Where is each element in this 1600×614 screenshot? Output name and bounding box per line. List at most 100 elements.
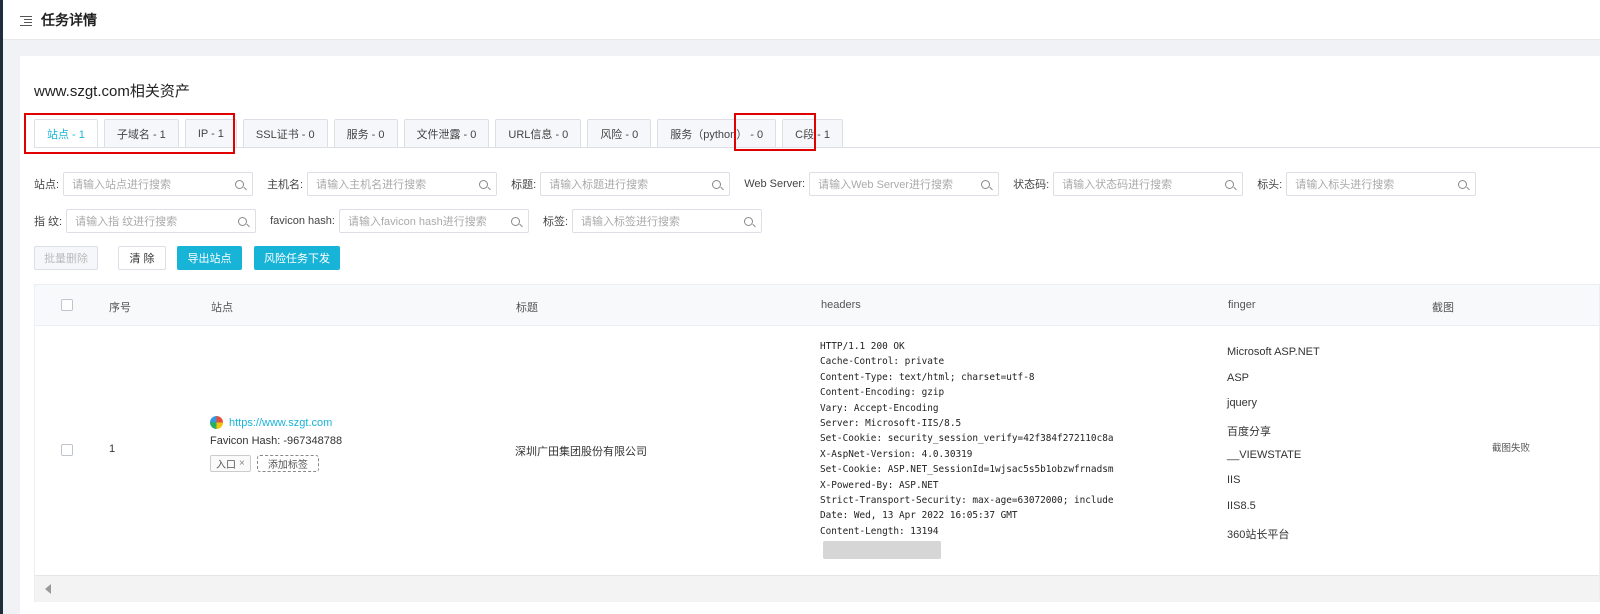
finger-item: 百度分享: [1227, 426, 1271, 439]
favicon-hash-text: Favicon Hash: -967348788: [210, 435, 343, 447]
status-code-search-placeholder: 请输入状态码进行搜索: [1062, 179, 1173, 191]
filter-row-1: 站点: 请输入站点进行搜索 主机名: 请输入主机名进行搜索 标题: 请输入标题进…: [34, 172, 1490, 196]
header-line: Server: Microsoft-IIS/8.5: [820, 418, 962, 430]
column-header-screenshot: 截图: [1432, 302, 1454, 314]
row-headers: HTTP/1.1 200 OK Cache-Control: private C…: [820, 339, 1114, 539]
finger-item: __VIEWSTATE: [1227, 448, 1302, 461]
header-line: X-AspNet-Version: 4.0.30319: [820, 448, 973, 460]
status-code-search-input[interactable]: 请输入状态码进行搜索: [1053, 172, 1244, 196]
batch-delete-button[interactable]: 批量删除: [34, 246, 98, 270]
hostname-search-placeholder: 请输入主机名进行搜索: [316, 179, 427, 191]
menu-fold-icon[interactable]: [20, 15, 32, 26]
filter-label-hostname: 主机名:: [267, 179, 304, 191]
tabs-divider: [34, 147, 1600, 148]
search-icon: [479, 179, 489, 189]
search-icon: [235, 179, 245, 189]
headers-scrollbar-thumb[interactable]: [823, 541, 941, 559]
column-header-finger: finger: [1228, 299, 1256, 311]
filter-label-title: 标题:: [511, 179, 537, 191]
app-left-border: [0, 0, 3, 614]
title-search-input[interactable]: 请输入标题进行搜索: [540, 172, 731, 196]
clear-button[interactable]: 清 除: [118, 246, 166, 270]
filter-label-tag: 标签:: [542, 216, 569, 228]
header-line: Set-Cookie: ASP.NET_SessionId=1wjsac5s5b…: [820, 464, 1114, 476]
header-line: Date: Wed, 13 Apr 2022 16:05:37 GMT: [820, 510, 1018, 522]
tab-ssl-cert[interactable]: SSL证书 - 0: [242, 119, 328, 147]
asset-card: www.szgt.com相关资产 站点 - 1 子域名 - 1 IP - 1 S…: [20, 56, 1600, 614]
entry-tag-label: 入口: [216, 460, 236, 471]
title-search-placeholder: 请输入标题进行搜索: [549, 179, 649, 191]
header-search-placeholder: 请输入标头进行搜索: [1295, 179, 1395, 191]
filter-label-header: 标头:: [1257, 179, 1283, 191]
site-cell: https://www.szgt.com Favicon Hash: -9673…: [210, 416, 342, 472]
filter-label-web-server: Web Server:: [744, 178, 806, 190]
tab-file-leak[interactable]: 文件泄露 - 0: [403, 119, 490, 147]
site-table: 序号 站点 标题 headers finger 截图 1 https://www…: [34, 284, 1600, 602]
table-header: 序号 站点 标题 headers finger 截图: [35, 285, 1599, 326]
favicon-hash-search-placeholder: 请输入favicon hash进行搜索: [347, 216, 487, 228]
web-server-search-input[interactable]: 请输入Web Server进行搜索: [809, 172, 1000, 196]
screenshot-status: 截图失败: [1492, 443, 1531, 454]
row-finger: Microsoft ASP.NET ASP jquery 百度分享 __VIEW…: [1227, 346, 1320, 552]
finger-item: Microsoft ASP.NET: [1227, 346, 1320, 358]
header-line: X-Powered-By: ASP.NET: [820, 479, 939, 491]
fingerprint-search-input[interactable]: 请输入指 纹进行搜索: [66, 209, 257, 233]
fingerprint-search-placeholder: 请输入指 纹进行搜索: [75, 216, 178, 228]
tab-service[interactable]: 服务 - 0: [333, 119, 398, 147]
hostname-search-input[interactable]: 请输入主机名进行搜索: [307, 172, 498, 196]
site-url-link[interactable]: https://www.szgt.com: [229, 417, 332, 429]
filter-label-fingerprint: 指 纹:: [34, 216, 63, 228]
header-line: Vary: Accept-Encoding: [820, 402, 939, 414]
row-index: 1: [109, 443, 116, 455]
search-icon: [981, 179, 991, 189]
finger-item: 360站长平台: [1227, 528, 1290, 541]
tag-search-input[interactable]: 请输入标签进行搜索: [572, 209, 763, 233]
search-icon: [510, 216, 520, 226]
favicon-hash-search-input[interactable]: 请输入favicon hash进行搜索: [338, 209, 529, 233]
search-icon: [712, 179, 722, 189]
section-title: www.szgt.com相关资产: [34, 83, 190, 100]
export-sites-button[interactable]: 导出站点: [177, 246, 242, 270]
header-line: Content-Type: text/html; charset=utf-8: [820, 371, 1035, 383]
site-favicon-icon: [210, 416, 223, 429]
close-icon[interactable]: ×: [239, 458, 245, 469]
search-icon: [1458, 179, 1468, 189]
page-title: 任务详情: [41, 11, 97, 28]
header-line: Strict-Transport-Security: max-age=63072…: [820, 495, 1114, 507]
tag-search-placeholder: 请输入标签进行搜索: [581, 216, 681, 228]
filter-label-favicon-hash: favicon hash:: [270, 215, 335, 227]
finger-item: IIS8.5: [1227, 500, 1256, 513]
highlight-box-c-segment: [734, 113, 816, 151]
header-line: Set-Cookie: security_session_verify=42f3…: [820, 433, 1114, 445]
search-icon: [1225, 179, 1235, 189]
column-header-title: 标题: [516, 302, 538, 314]
header-line: Content-Encoding: gzip: [820, 387, 945, 399]
dispatch-risk-task-button[interactable]: 风险任务下发: [254, 246, 340, 270]
add-tag-button[interactable]: 添加标签: [256, 455, 319, 472]
row-title: 深圳广田集团股份有限公司: [515, 446, 647, 458]
column-header-site: 站点: [211, 302, 233, 314]
top-header: 任务详情: [3, 0, 1600, 40]
tab-url-info[interactable]: URL信息 - 0: [495, 119, 582, 147]
filter-row-2: 指 纹: 请输入指 纹进行搜索 favicon hash: 请输入favicon…: [34, 209, 776, 233]
table-horizontal-scrollbar[interactable]: [35, 575, 1599, 602]
site-search-input[interactable]: 请输入站点进行搜索: [63, 172, 254, 196]
header-line: Content-Length: 13194: [820, 525, 939, 537]
select-all-checkbox[interactable]: [61, 299, 73, 311]
tab-risk[interactable]: 风险 - 0: [587, 119, 652, 147]
search-icon: [238, 216, 248, 226]
scroll-left-arrow-icon[interactable]: [45, 584, 51, 594]
column-header-index: 序号: [109, 302, 131, 314]
filter-label-site: 站点:: [34, 179, 60, 191]
table-row: 1 https://www.szgt.com Favicon Hash: -96…: [35, 326, 1599, 576]
row-checkbox[interactable]: [61, 444, 73, 456]
header-search-input[interactable]: 请输入标头进行搜索: [1286, 172, 1477, 196]
filter-label-status-code: 状态码:: [1013, 179, 1050, 191]
entry-tag: 入口 ×: [210, 455, 251, 472]
web-server-search-placeholder: 请输入Web Server进行搜索: [818, 179, 953, 191]
highlight-box-tabs: [24, 113, 235, 154]
header-line: Cache-Control: private: [820, 356, 945, 368]
column-header-headers: headers: [821, 299, 861, 311]
header-line: HTTP/1.1 200 OK: [820, 341, 905, 352]
finger-item: IIS: [1227, 474, 1241, 487]
